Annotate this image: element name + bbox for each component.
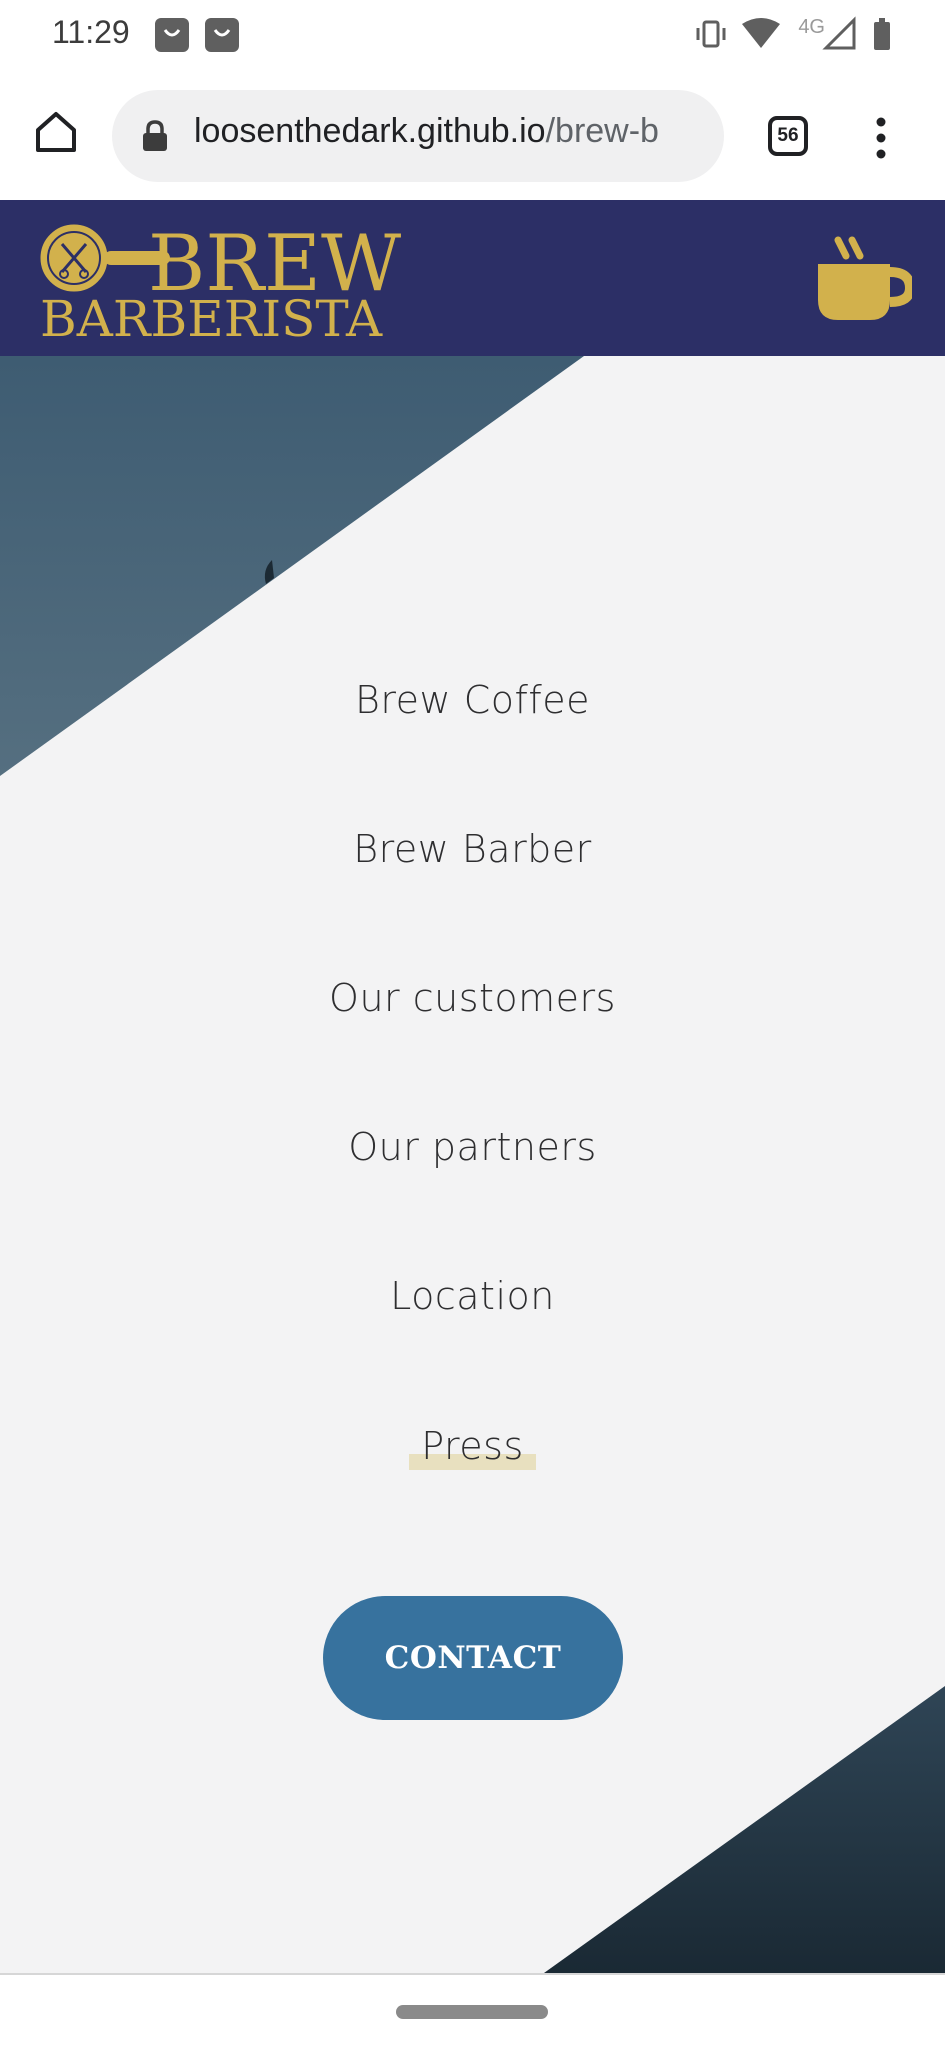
- cell-signal-icon: [822, 16, 856, 50]
- home-icon[interactable]: [32, 108, 80, 156]
- nav-item-brew-coffee[interactable]: Brew Coffee: [0, 678, 945, 722]
- browser-toolbar: loosenthedark.github.io/brew-b 56: [0, 72, 945, 200]
- wifi-icon: [742, 18, 780, 48]
- network-label: 4G: [798, 16, 825, 38]
- contact-button[interactable]: CONTACT: [323, 1596, 623, 1720]
- logo-line2: BARBERISTA: [40, 290, 383, 344]
- nav-item-location[interactable]: Location: [0, 1274, 945, 1318]
- site-logo[interactable]: BREW BARBERISTA: [36, 218, 416, 348]
- nav-item-our-partners[interactable]: Our partners: [0, 1125, 945, 1169]
- nav-item-label: Our partners: [348, 1125, 597, 1169]
- nav-item-label: Our customers: [329, 976, 616, 1020]
- nav-item-label: Brew Barber: [353, 827, 592, 871]
- coffee-cup-icon[interactable]: [816, 236, 916, 326]
- nav-item-our-customers[interactable]: Our customers: [0, 976, 945, 1020]
- more-vert-icon[interactable]: [868, 116, 894, 160]
- nav-overlay: Brew Coffee Brew Barber Our customers Ou…: [0, 356, 945, 1973]
- nav-item-label: Press: [409, 1424, 536, 1470]
- url-text: loosenthedark.github.io/brew-b: [194, 112, 659, 151]
- home-gesture-handle[interactable]: [396, 2005, 548, 2019]
- battery-icon: [874, 18, 890, 50]
- nav-item-label: Location: [390, 1274, 555, 1318]
- url-path: /brew-b: [545, 112, 659, 150]
- tab-switcher-button[interactable]: 56: [768, 116, 808, 156]
- lock-icon: [142, 120, 168, 156]
- nav-item-brew-barber[interactable]: Brew Barber: [0, 827, 945, 871]
- gesture-nav-bar: [0, 1973, 945, 2048]
- nav-item-press[interactable]: Press: [0, 1424, 945, 1470]
- status-bar: 11:29 4G: [0, 0, 945, 72]
- site-header: BREW BARBERISTA: [0, 200, 945, 356]
- vibrate-icon: [696, 20, 726, 48]
- nav-item-label: Brew Coffee: [354, 678, 590, 722]
- url-host: loosenthedark.github.io: [194, 112, 546, 150]
- url-bar[interactable]: loosenthedark.github.io/brew-b: [112, 90, 724, 182]
